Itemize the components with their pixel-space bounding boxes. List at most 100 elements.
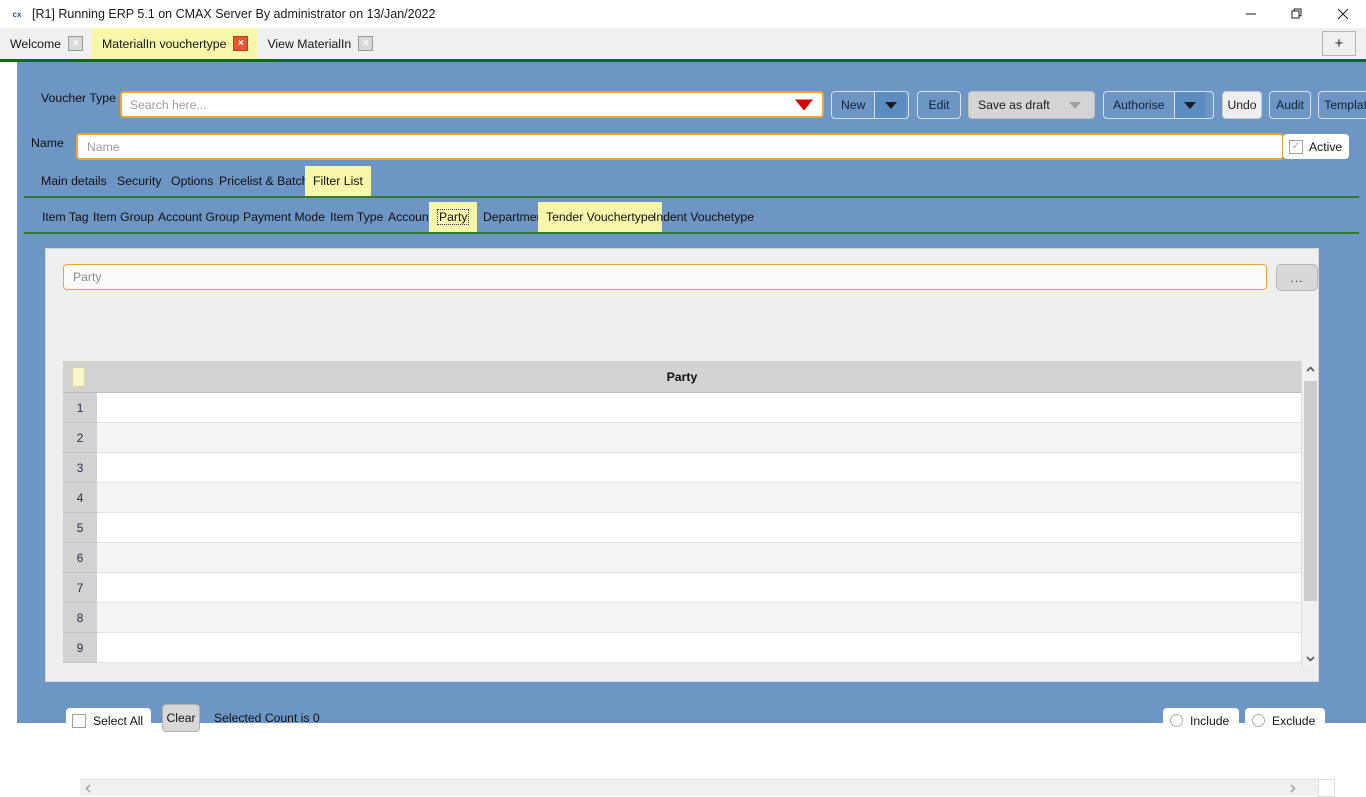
filter-panel-footer: Select All Clear Selected Count is 0 Inc… — [46, 697, 1326, 753]
template-button-label: Template — [1324, 98, 1366, 112]
row-cell-party[interactable] — [97, 393, 1301, 423]
tab-close-icon[interactable]: × — [68, 36, 84, 51]
new-button-label: New — [841, 98, 866, 112]
exclude-radio[interactable]: Exclude — [1245, 708, 1326, 733]
scrollbar-corner — [1318, 779, 1335, 797]
voucher-type-placeholder: Search here... — [130, 97, 207, 112]
tab-close-icon[interactable]: × — [233, 36, 249, 51]
row-cell-party[interactable] — [97, 453, 1301, 483]
tab-label: Main details — [41, 174, 107, 188]
row-cell-party[interactable] — [97, 483, 1301, 513]
subtab-label: Item Type — [330, 210, 384, 224]
edit-button[interactable]: Edit — [917, 91, 961, 119]
undo-button-label: Undo — [1227, 98, 1257, 112]
row-number: 1 — [63, 393, 97, 423]
select-all-checkbox[interactable]: Select All — [66, 708, 152, 733]
subtab-indent-vouchetype[interactable]: Indent Vouchetype — [645, 202, 762, 232]
scroll-right-icon[interactable] — [1284, 780, 1301, 797]
window-title-bar: cx [R1] Running ERP 5.1 on CMAX Server B… — [0, 0, 1366, 28]
tab-close-icon[interactable]: × — [358, 36, 374, 51]
tab-label: Welcome — [10, 36, 62, 51]
table-row[interactable]: 4 — [63, 483, 1301, 513]
grid-vertical-scrollbar[interactable] — [1301, 361, 1318, 667]
audit-button[interactable]: Audit — [1269, 91, 1311, 119]
tab-label: Security — [117, 174, 162, 188]
name-input[interactable]: Name — [76, 133, 1284, 160]
tab-security[interactable]: Security — [109, 166, 169, 196]
subtab-label: Payment Mode — [243, 210, 325, 224]
row-cell-party[interactable] — [97, 423, 1301, 453]
save-as-draft-label: Save as draft — [978, 98, 1050, 112]
grid-header-row: Party — [63, 361, 1301, 393]
subtab-payment-mode[interactable]: Payment Mode — [235, 202, 333, 232]
tab-filter-list[interactable]: Filter List — [305, 166, 371, 196]
save-as-draft-dropdown-toggle[interactable] — [1058, 92, 1091, 118]
table-row[interactable]: 1 — [63, 393, 1301, 423]
include-radio[interactable]: Include — [1163, 708, 1240, 733]
chevron-down-icon — [1184, 101, 1196, 109]
tab-main-details[interactable]: Main details — [33, 166, 115, 196]
subtab-label: Indent Vouchetype — [653, 210, 754, 224]
primary-tab-row: Main details Security Options Pricelist … — [17, 166, 1366, 196]
row-number: 7 — [63, 573, 97, 603]
template-button[interactable]: Template — [1318, 91, 1366, 119]
table-row[interactable]: 5 — [63, 513, 1301, 543]
voucher-type-label: Voucher Type — [41, 91, 116, 105]
filter-panel: Party ... Party 1 2 3 4 5 6 7 8 9 Select… — [45, 248, 1335, 797]
voucher-type-input[interactable]: Search here... — [120, 91, 824, 118]
window-controls — [1228, 0, 1366, 28]
tab-welcome[interactable]: Welcome × — [0, 28, 92, 59]
grid-horizontal-scrollbar[interactable] — [80, 779, 1335, 797]
table-row[interactable]: 3 — [63, 453, 1301, 483]
scroll-down-icon[interactable] — [1302, 650, 1319, 667]
row-number: 6 — [63, 543, 97, 573]
grid-select-all-corner[interactable] — [72, 367, 85, 387]
new-dropdown-toggle[interactable] — [874, 92, 907, 118]
scroll-left-icon[interactable] — [80, 780, 97, 797]
new-button[interactable]: New — [831, 91, 909, 119]
party-search-input[interactable]: Party — [63, 264, 1267, 290]
subtab-label: Item Tag — [42, 210, 89, 224]
chevron-down-icon — [1068, 101, 1081, 109]
clear-button[interactable]: Clear — [162, 704, 200, 732]
grid-column-header-party[interactable]: Party — [63, 361, 1301, 393]
row-cell-party[interactable] — [97, 543, 1301, 573]
row-cell-party[interactable] — [97, 633, 1301, 663]
save-as-draft-button[interactable]: Save as draft — [968, 91, 1095, 119]
tab-pricelist-and-batch[interactable]: Pricelist & Batch — [211, 166, 317, 196]
subtab-label: Item Group — [93, 210, 154, 224]
tab-materialin-vouchertype[interactable]: MaterialIn vouchertype × — [92, 28, 258, 59]
window-title: [R1] Running ERP 5.1 on CMAX Server By a… — [32, 7, 436, 21]
voucher-type-row: Voucher Type Search here... New Edit Sav… — [17, 62, 1366, 119]
authorise-dropdown-toggle[interactable] — [1173, 92, 1206, 118]
row-cell-party[interactable] — [97, 573, 1301, 603]
row-cell-party[interactable] — [97, 513, 1301, 543]
row-cell-party[interactable] — [97, 603, 1301, 633]
row-number: 5 — [63, 513, 97, 543]
table-row[interactable]: 9 — [63, 633, 1301, 663]
row-number: 4 — [63, 483, 97, 513]
new-tab-button[interactable]: + — [1322, 31, 1356, 56]
tab-view-materialin[interactable]: View MaterialIn × — [257, 28, 382, 59]
restore-icon[interactable] — [1274, 0, 1320, 28]
authorise-button[interactable]: Authorise — [1103, 91, 1214, 119]
minimize-icon[interactable] — [1228, 0, 1274, 28]
tab-label: Filter List — [313, 174, 363, 188]
undo-button[interactable]: Undo — [1222, 91, 1262, 119]
chevron-down-icon[interactable] — [795, 99, 813, 110]
table-row[interactable]: 2 — [63, 423, 1301, 453]
table-row[interactable]: 6 — [63, 543, 1301, 573]
row-number: 9 — [63, 633, 97, 663]
table-row[interactable]: 7 — [63, 573, 1301, 603]
table-row[interactable]: 8 — [63, 603, 1301, 633]
subtab-party[interactable]: Party — [429, 202, 478, 232]
close-icon[interactable] — [1320, 0, 1366, 28]
radio-circle — [1252, 714, 1265, 727]
party-browse-button[interactable]: ... — [1276, 264, 1318, 291]
scrollbar-thumb[interactable] — [1304, 381, 1317, 601]
subtab-account-group[interactable]: Account Group — [150, 202, 247, 232]
row-number: 2 — [63, 423, 97, 453]
active-checkbox[interactable]: ✓ Active — [1283, 134, 1349, 159]
scroll-up-icon[interactable] — [1302, 361, 1319, 378]
subtab-tender-vouchertype[interactable]: Tender Vouchertype — [538, 202, 663, 232]
